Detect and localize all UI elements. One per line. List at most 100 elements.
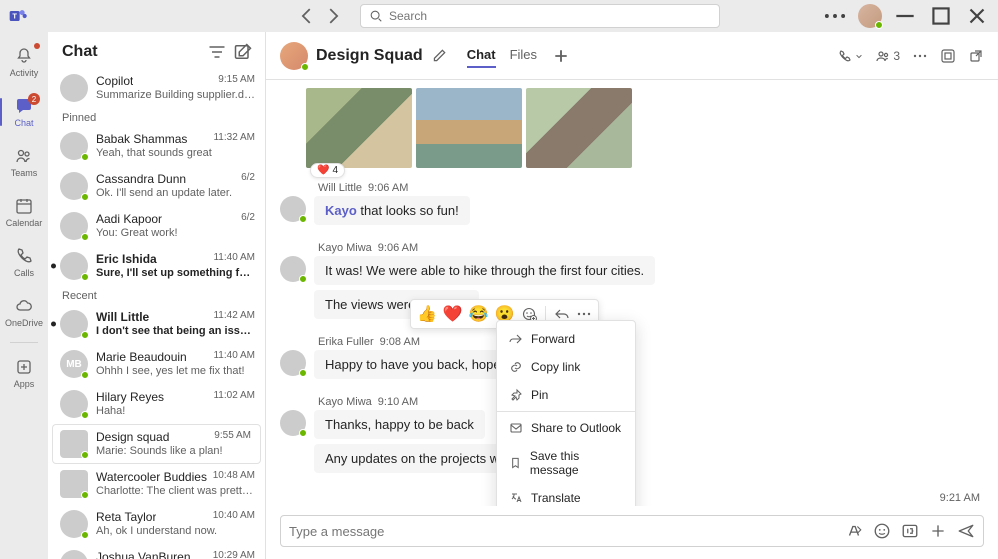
presence-icon: [299, 369, 307, 377]
giphy-icon[interactable]: [901, 522, 919, 540]
reaction-count[interactable]: ❤️4: [310, 163, 345, 178]
ctx-translate[interactable]: Translate: [497, 484, 635, 506]
nav-back-button[interactable]: [296, 5, 318, 27]
ctx-pin[interactable]: Pin: [497, 381, 635, 409]
search-input[interactable]: [389, 9, 711, 23]
chat-item[interactable]: MBMarie Beaudouin11:40 AMOhhh I see, yes…: [48, 344, 265, 384]
chat-time: 11:40 AM: [213, 252, 255, 266]
chat-name: Design squad: [96, 430, 169, 444]
avatar: [280, 350, 306, 376]
add-tab-icon[interactable]: [551, 46, 571, 66]
image-thumb[interactable]: [306, 88, 412, 168]
message-bubble[interactable]: Kayo that looks so fun!: [314, 196, 470, 225]
compose-input[interactable]: [289, 524, 837, 539]
filter-icon[interactable]: [207, 42, 227, 62]
chat-time: 10:40 AM: [213, 510, 255, 524]
rail-apps[interactable]: Apps: [0, 349, 48, 397]
more-header-icon[interactable]: [912, 48, 928, 64]
mention[interactable]: Kayo: [325, 203, 357, 218]
chat-time: 11:42 AM: [213, 310, 255, 324]
rail-activity[interactable]: Activity: [0, 38, 48, 86]
popout-icon[interactable]: [968, 48, 984, 64]
minimize-button[interactable]: [892, 3, 918, 29]
rail-teams[interactable]: Teams: [0, 138, 48, 186]
chat-item[interactable]: Design squad9:55 AMMarie: Sounds like a …: [52, 424, 261, 464]
chat-list-title: Chat: [62, 43, 201, 61]
react-like[interactable]: 👍: [417, 304, 437, 324]
rail-calls[interactable]: Calls: [0, 238, 48, 286]
presence-icon: [299, 429, 307, 437]
image-attachments[interactable]: ❤️4: [306, 88, 984, 168]
maximize-button[interactable]: [928, 3, 954, 29]
conversation-header: Design Squad Chat Files 3: [266, 32, 998, 80]
presence-icon: [301, 63, 309, 71]
close-button[interactable]: [964, 3, 990, 29]
more-options-icon[interactable]: [822, 3, 848, 29]
nav-forward-button[interactable]: [322, 5, 344, 27]
chat-time: 11:02 AM: [213, 390, 255, 404]
avatar: [280, 256, 306, 282]
svg-text:T: T: [12, 12, 17, 21]
format-icon[interactable]: [845, 522, 863, 540]
chat-item[interactable]: Joshua VanBuren10:29 AMThanks for review…: [48, 544, 265, 559]
send-icon[interactable]: [957, 522, 975, 540]
edit-title-icon[interactable]: [431, 48, 447, 64]
open-app-icon[interactable]: [940, 48, 956, 64]
message-bubble[interactable]: It was! We were able to hike through the…: [314, 256, 655, 285]
ctx-copy-link[interactable]: Copy link: [497, 353, 635, 381]
ctx-forward[interactable]: Forward: [497, 325, 635, 353]
tab-files[interactable]: Files: [510, 43, 537, 68]
chat-item[interactable]: Eric Ishida11:40 AMSure, I'll set up som…: [48, 246, 265, 286]
title-bar: T: [0, 0, 998, 32]
chat-item-copilot[interactable]: Copilot9:15 AM Summarize Building suppli…: [48, 68, 265, 108]
chat-name: Watercooler Buddies: [96, 470, 207, 484]
image-thumb[interactable]: [526, 88, 632, 168]
participants-button[interactable]: 3: [875, 48, 900, 64]
chat-list-panel: Chat Copilot9:15 AM Summarize Building s…: [48, 32, 266, 559]
sender-name: Will Little: [318, 182, 362, 194]
chat-item[interactable]: Will Little11:42 AMI don't see that bein…: [48, 304, 265, 344]
call-button[interactable]: [837, 48, 863, 64]
rail-chat[interactable]: 2 Chat: [0, 88, 48, 136]
user-avatar[interactable]: [858, 4, 882, 28]
chat-item[interactable]: Babak Shammas11:32 AMYeah, that sounds g…: [48, 126, 265, 166]
unread-dot: [51, 322, 56, 327]
chat-item[interactable]: Reta Taylor10:40 AMAh, ok I understand n…: [48, 504, 265, 544]
chat-name: Babak Shammas: [96, 132, 187, 146]
chat-preview: Yeah, that sounds great: [96, 147, 255, 159]
chat-name: Will Little: [96, 310, 149, 324]
chat-time: 9:15 AM: [218, 74, 255, 88]
presence-icon: [299, 215, 307, 223]
avatar: [60, 172, 88, 200]
chat-item[interactable]: Cassandra Dunn6/2Ok. I'll send an update…: [48, 166, 265, 206]
rail-label: Chat: [14, 118, 33, 128]
avatar: [60, 252, 88, 280]
chat-item[interactable]: Aadi Kapoor6/2You: Great work!: [48, 206, 265, 246]
search-box[interactable]: [360, 4, 720, 28]
chat-item[interactable]: Hilary Reyes11:02 AMHaha!: [48, 384, 265, 424]
chat-icon: 2: [14, 96, 34, 116]
new-chat-icon[interactable]: [233, 42, 253, 62]
sender-name: Kayo Miwa: [318, 242, 372, 254]
react-laugh[interactable]: 😂: [469, 304, 489, 324]
people-icon: [14, 146, 34, 166]
react-heart[interactable]: ❤️: [443, 304, 463, 324]
avatar: [60, 550, 88, 559]
rail-onedrive[interactable]: OneDrive: [0, 288, 48, 336]
ctx-save-message[interactable]: Save this message: [497, 442, 635, 484]
avatar: [60, 212, 88, 240]
message-bubble[interactable]: Thanks, happy to be back: [314, 410, 485, 439]
tab-chat[interactable]: Chat: [467, 43, 496, 68]
sender-name: Erika Fuller: [318, 336, 374, 348]
conversation-panel: Design Squad Chat Files 3 ❤️4: [266, 32, 998, 559]
chat-item[interactable]: Watercooler Buddies10:48 AMCharlotte: Th…: [48, 464, 265, 504]
rail-calendar[interactable]: Calendar: [0, 188, 48, 236]
presence-icon: [81, 273, 89, 281]
message-list: ❤️4 Will Little9:06 AMKayo that looks so…: [266, 80, 998, 506]
emoji-icon[interactable]: [873, 522, 891, 540]
attach-icon[interactable]: [929, 522, 947, 540]
ctx-share-outlook[interactable]: Share to Outlook: [497, 414, 635, 442]
image-thumb[interactable]: [416, 88, 522, 168]
compose-box[interactable]: [280, 515, 984, 547]
chat-preview: Sure, I'll set up something for next wee…: [96, 267, 255, 279]
